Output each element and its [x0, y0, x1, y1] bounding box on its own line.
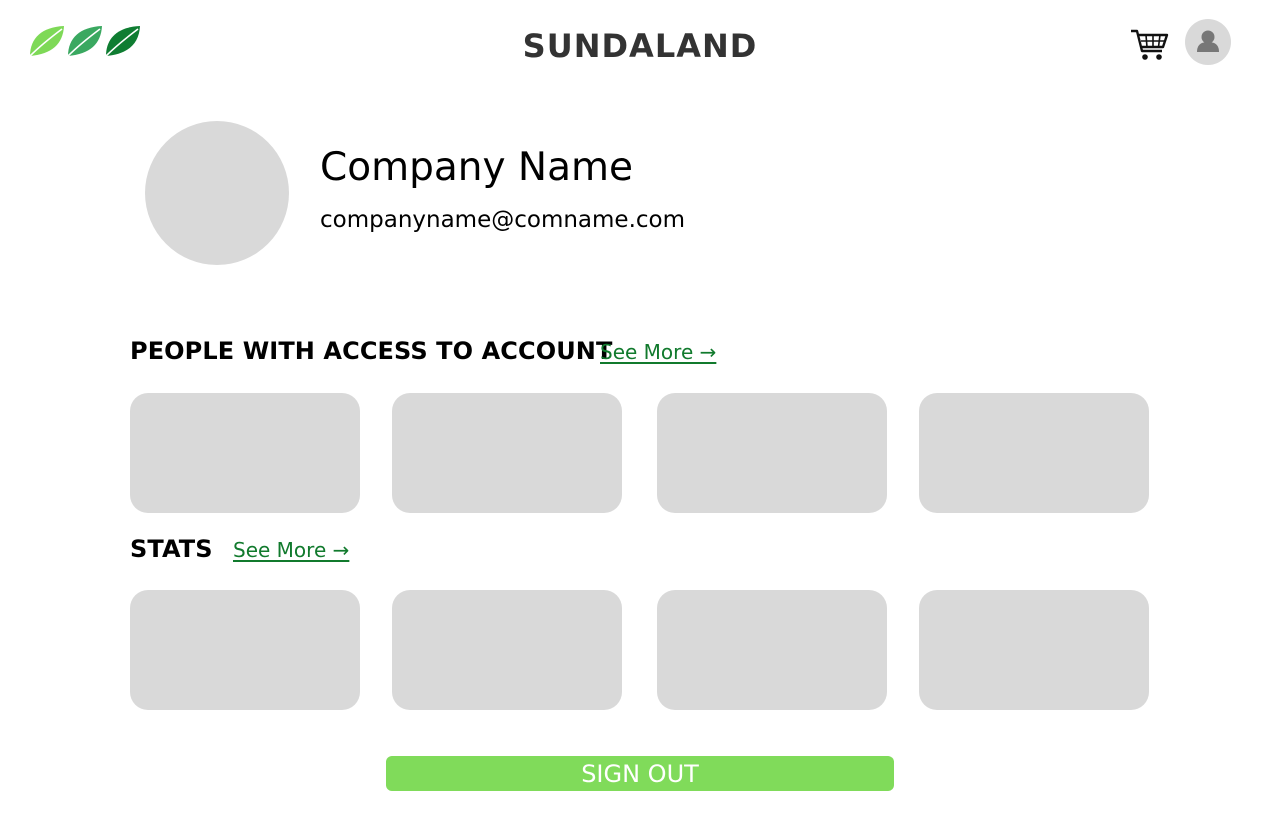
company-name: Company Name [320, 145, 633, 190]
company-email: companyname@comname.com [320, 207, 686, 233]
access-card-3[interactable] [657, 393, 887, 513]
sign-out-button[interactable]: SIGN OUT [386, 756, 894, 791]
access-card-1[interactable] [130, 393, 360, 513]
user-icon [1197, 30, 1219, 52]
access-card-2[interactable] [392, 393, 622, 513]
stats-section-title: STATS [130, 535, 213, 563]
brand-title: SUNDALAND [522, 27, 758, 65]
stats-card-1[interactable] [130, 590, 360, 710]
access-section-title: PEOPLE WITH ACCESS TO ACCOUNT [130, 337, 613, 365]
stats-see-more-link[interactable]: See More → [233, 538, 349, 562]
access-see-more-link[interactable]: See More → [600, 340, 716, 364]
user-avatar-button[interactable] [1185, 19, 1231, 65]
shopping-cart-icon[interactable] [1129, 24, 1169, 64]
stats-card-3[interactable] [657, 590, 887, 710]
company-avatar [145, 121, 289, 265]
access-card-4[interactable] [919, 393, 1149, 513]
stats-card-4[interactable] [919, 590, 1149, 710]
stats-card-2[interactable] [392, 590, 622, 710]
